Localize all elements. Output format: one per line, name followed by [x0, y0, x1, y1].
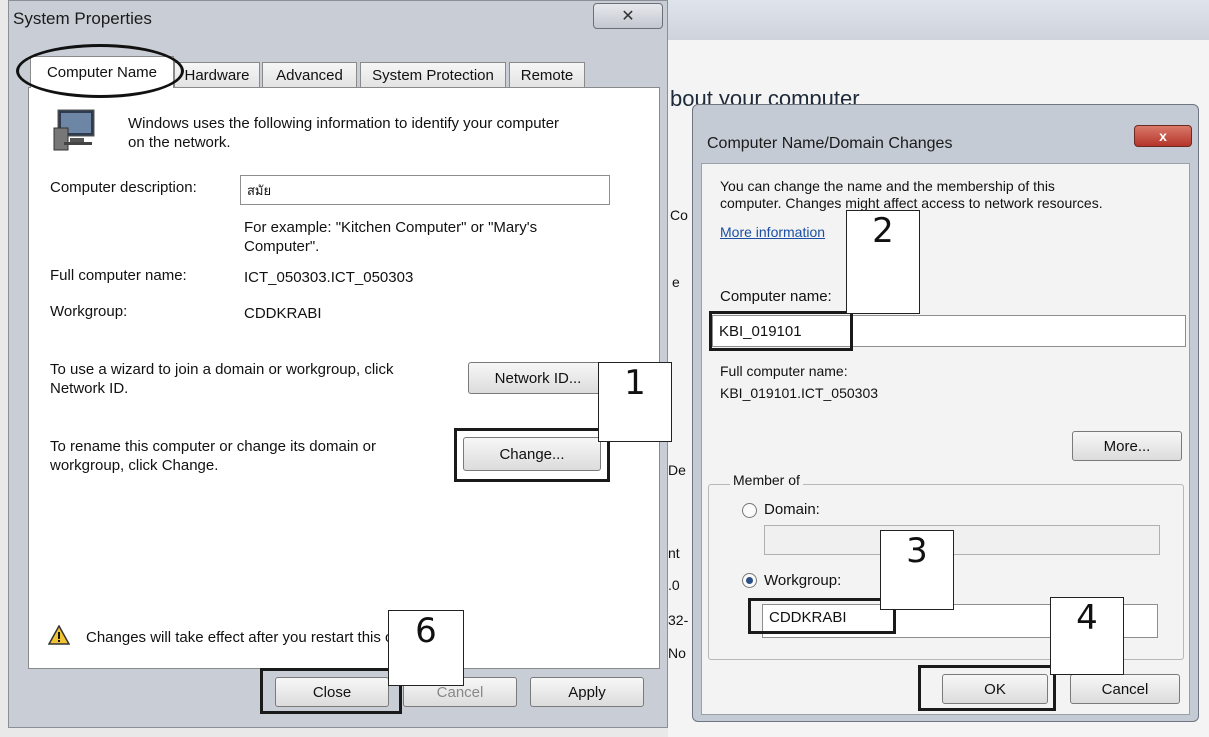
workgroup-label: Workgroup:: [50, 303, 128, 320]
domain-intro-text: You can change the name and the membersh…: [720, 178, 1103, 211]
network-id-button[interactable]: Network ID...: [468, 362, 608, 394]
domain-cancel-button[interactable]: Cancel: [1070, 674, 1180, 704]
step-marker-3: 3: [880, 530, 954, 610]
change-button-highlight: [454, 428, 610, 482]
more-information-link[interactable]: More information: [720, 223, 825, 242]
computer-name-highlight: [709, 311, 853, 351]
step-marker-2: 2: [846, 210, 920, 314]
background-fragment: De: [668, 462, 686, 478]
network-id-text: To use a wizard to join a domain or work…: [50, 361, 394, 397]
background-fragment: Co: [670, 207, 688, 223]
tab-system-protection[interactable]: System Protection: [360, 62, 506, 88]
full-name-label: Full computer name:: [50, 267, 187, 284]
domain-dialog-close-button[interactable]: x: [1134, 125, 1192, 147]
domain-dialog-title: Computer Name/Domain Changes: [707, 135, 953, 152]
computer-icon: [50, 108, 100, 157]
intro-text: Windows uses the following information t…: [128, 115, 560, 151]
warning-icon: [47, 624, 71, 650]
workgroup-radio[interactable]: [742, 573, 757, 588]
description-label: Computer description:: [50, 179, 197, 196]
background-window-titlebar: [668, 0, 1209, 40]
domain-input[interactable]: [764, 525, 1160, 555]
tab-hardware[interactable]: Hardware: [174, 62, 260, 88]
example-text: For example: "Kitchen Computer" or "Mary…: [244, 219, 538, 255]
dialog-title: System Properties: [13, 9, 152, 28]
workgroup-option-label: Workgroup:: [764, 572, 842, 589]
computer-name-label: Computer name:: [720, 288, 832, 305]
description-input[interactable]: สมัย: [240, 175, 610, 205]
domain-option-label: Domain:: [764, 501, 820, 518]
close-icon: x: [1159, 128, 1167, 144]
background-fragment: .0: [668, 577, 680, 593]
active-tab-highlight: [16, 44, 184, 98]
rename-text: To rename this computer or change its do…: [50, 438, 376, 474]
workgroup-value: CDDKRABI: [244, 305, 322, 322]
background-fragment: No: [668, 645, 686, 661]
domain-full-name-value: KBI_019101.ICT_050303: [720, 385, 879, 401]
tab-remote[interactable]: Remote: [509, 62, 585, 88]
more-button[interactable]: More...: [1072, 431, 1182, 461]
close-button-highlight: [260, 668, 402, 714]
background-fragment: nt: [668, 545, 680, 561]
tab-advanced[interactable]: Advanced: [262, 62, 357, 88]
step-marker-6: 6: [388, 610, 464, 686]
background-fragment: e: [672, 274, 680, 290]
domain-radio[interactable]: [742, 503, 757, 518]
background-fragment: 32-: [668, 612, 689, 628]
close-button[interactable]: ✕: [593, 3, 663, 29]
ok-button-highlight: [918, 665, 1056, 711]
member-of-label: Member of: [730, 471, 803, 490]
workgroup-highlight: [748, 598, 896, 634]
domain-full-name-label: Full computer name:: [720, 363, 848, 379]
full-name-value: ICT_050303.ICT_050303: [244, 269, 414, 286]
radio-dot-icon: [746, 577, 753, 584]
step-marker-1: 1: [598, 362, 672, 442]
step-marker-4: 4: [1050, 597, 1124, 675]
apply-button[interactable]: Apply: [530, 677, 644, 707]
close-icon: ✕: [621, 8, 635, 25]
